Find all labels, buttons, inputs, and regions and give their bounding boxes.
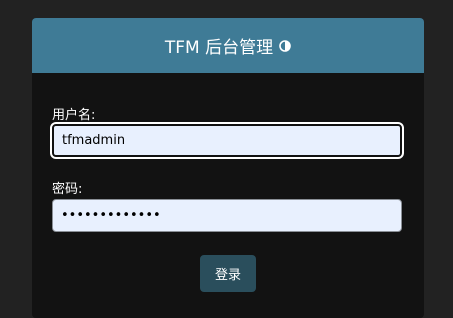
login-card: TFM 后台管理 用户名: tfmadmin 密码: •••••••••••••…	[32, 18, 424, 318]
login-button[interactable]: 登录	[200, 255, 256, 292]
page-title: TFM 后台管理	[164, 38, 274, 58]
username-input[interactable]: tfmadmin	[52, 124, 402, 157]
contrast-icon[interactable]	[279, 39, 291, 52]
password-label: 密码:	[52, 182, 83, 197]
username-value: tfmadmin	[62, 133, 126, 148]
card-header: TFM 后台管理	[32, 18, 424, 73]
username-label: 用户名:	[52, 108, 96, 123]
password-value: •••••••••••••	[61, 208, 161, 223]
password-input[interactable]: •••••••••••••	[52, 199, 402, 232]
